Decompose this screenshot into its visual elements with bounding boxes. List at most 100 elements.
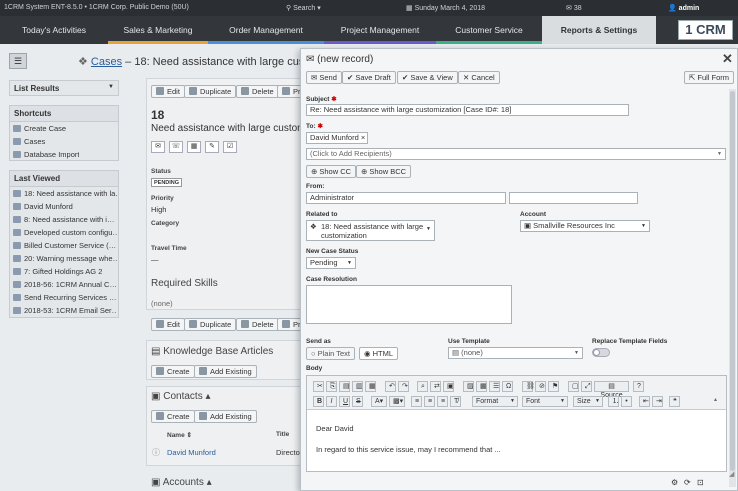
breadcrumb-module-link[interactable]: Cases [91,56,122,68]
table-icon[interactable]: ▦ [476,381,487,392]
tab-project-management[interactable]: Project Management [324,16,436,44]
contact-name-link[interactable]: David Munford [167,448,216,457]
underline-icon[interactable]: U [339,396,350,407]
maximize-icon[interactable]: ⤢ [581,381,592,392]
align-right-icon[interactable]: ≡ [437,396,448,407]
indent-icon[interactable]: ⇥ [652,396,663,407]
template-select[interactable]: ▤ (none) ▼ [448,347,583,359]
cancel-button[interactable]: ✕ Cancel [458,71,500,84]
info-icon[interactable]: ⓘ [152,447,160,458]
date-display[interactable]: ▦ Sunday March 4, 2018 [406,4,485,12]
undo-icon[interactable]: ↶ [385,381,396,392]
kb-create-button[interactable]: Create [151,365,195,378]
paste-icon[interactable]: ▤ [339,381,350,392]
replace-icon[interactable]: ⇄ [430,381,441,392]
from-address-input[interactable] [509,192,638,204]
last-viewed-item[interactable]: Billed Customer Service (… [13,241,117,250]
last-viewed-item[interactable]: Send Recurring Services … [13,293,117,302]
preview-icon[interactable]: ▢ [568,381,579,392]
subject-input[interactable]: Re: Need assistance with large customiza… [306,104,629,116]
source-button[interactable]: ▤ Source [594,381,629,399]
meeting-icon[interactable]: ▦ [187,141,201,153]
blockquote-icon[interactable]: ❝ [669,396,680,407]
tab-reports-settings[interactable]: Reports & Settings [542,16,656,44]
help-icon[interactable]: ? [633,381,644,392]
edit-button-bottom[interactable]: Edit [151,318,185,331]
copy-icon[interactable]: ⎘ [326,381,337,392]
text-color-icon[interactable]: A▾ [371,396,387,407]
tab-sales-marketing[interactable]: Sales & Marketing [108,16,208,44]
save-view-button[interactable]: ✔ Save & View [397,71,458,84]
send-button[interactable]: ✉ Send [306,71,342,84]
column-header-title[interactable]: Title [276,431,289,438]
recipient-chip[interactable]: David Munford × [306,132,368,144]
accounts-title[interactable]: ▣ Accounts ▴ [151,477,212,488]
from-input[interactable]: Administrator [306,192,506,204]
numbered-list-icon[interactable]: ⒈ [608,396,619,407]
remove-recipient-icon[interactable]: × [361,133,365,142]
show-cc-button[interactable]: ⊕ Show CC [306,165,357,178]
strikethrough-icon[interactable]: S [352,396,363,407]
select-all-icon[interactable]: ▣ [443,381,454,392]
last-viewed-item[interactable]: David Munford [13,202,117,211]
menu-toggle-button[interactable]: ☰ [9,53,27,69]
add-recipients-input[interactable]: (Click to Add Recipients) ▼ [306,148,726,160]
align-left-icon[interactable]: ≡ [411,396,422,407]
body-text[interactable]: In regard to this service issue, may I r… [316,445,501,454]
contacts-create-button[interactable]: Create [151,410,195,423]
anchor-icon[interactable]: ⚑ [548,381,559,392]
bold-icon[interactable]: B [313,396,324,407]
show-bcc-button[interactable]: ⊕ Show BCC [356,165,412,178]
related-to-select[interactable]: ❖ 18: Need assistance with large customiz… [306,220,435,241]
user-menu[interactable]: 👤 admin [668,4,699,12]
full-form-button[interactable]: ⇱ Full Form [684,71,735,84]
replace-template-toggle[interactable] [592,348,610,357]
paste-text-icon[interactable]: ▥ [352,381,363,392]
align-center-icon[interactable]: ≡ [424,396,435,407]
contacts-title[interactable]: ▣ Contacts ▴ [151,391,211,402]
close-icon[interactable]: ✕ [722,51,733,67]
outdent-icon[interactable]: ⇤ [639,396,650,407]
dialog-scrollbar[interactable] [729,89,736,487]
size-select[interactable]: Size ▼ [573,396,603,407]
shortcut-database-import[interactable]: Database Import [13,150,79,159]
mail-count[interactable]: ✉ 38 [566,4,582,12]
bullet-list-icon[interactable]: • [621,396,632,407]
html-radio[interactable]: ◉ HTML [359,347,399,360]
delete-button-bottom[interactable]: Delete [236,318,279,331]
font-select[interactable]: Font ▼ [522,396,568,407]
last-viewed-item[interactable]: 20: Warning message whe… [13,254,117,263]
delete-button[interactable]: Delete [236,85,279,98]
find-icon[interactable]: ⌕ [417,381,428,392]
last-viewed-item[interactable]: 8: Need assistance with i… [13,215,117,224]
last-viewed-item[interactable]: 18: Need assistance with la… [13,189,117,198]
italic-icon[interactable]: I [326,396,337,407]
note-icon[interactable]: ✎ [205,141,219,153]
last-viewed-item[interactable]: 2018-53: 1CRM Email Ser… [13,306,117,315]
last-viewed-item[interactable]: 7: Gifted Holdings AG 2 [13,267,117,276]
unlink-icon[interactable]: ⊘ [535,381,546,392]
special-char-icon[interactable]: Ω [502,381,513,392]
cut-icon[interactable]: ✂ [313,381,324,392]
last-viewed-item[interactable]: Developed custom configu… [13,228,117,237]
tab-todays-activities[interactable]: Today's Activities [0,16,108,44]
call-icon[interactable]: ☏ [169,141,183,153]
resize-handle-icon[interactable]: ◢ [729,470,734,478]
refresh-icon[interactable]: ⟳ [684,478,691,487]
new-case-status-select[interactable]: Pending ▼ [306,257,356,269]
case-resolution-textarea[interactable] [306,285,512,324]
format-select[interactable]: Format ▼ [472,396,518,407]
tab-customer-service[interactable]: Customer Service [436,16,542,44]
clear-format-icon[interactable]: T̸ [450,396,461,407]
pin-icon[interactable]: ⊡ [697,478,704,487]
collapse-toolbar-icon[interactable]: ▴ [714,396,717,403]
column-header-name[interactable]: Name ⇕ [167,431,192,439]
background-color-icon[interactable]: ▩▾ [389,396,405,407]
image-icon[interactable]: ▨ [463,381,474,392]
account-select[interactable]: ▣ Smallville Resources Inc ▼ [520,220,650,232]
paste-word-icon[interactable]: ▦ [365,381,376,392]
shortcut-create-case[interactable]: Create Case [13,124,66,133]
kb-add-existing-button[interactable]: Add Existing [194,365,257,378]
task-icon[interactable]: ☑ [223,141,237,153]
settings-gear-icon[interactable]: ⚙ [671,478,678,487]
